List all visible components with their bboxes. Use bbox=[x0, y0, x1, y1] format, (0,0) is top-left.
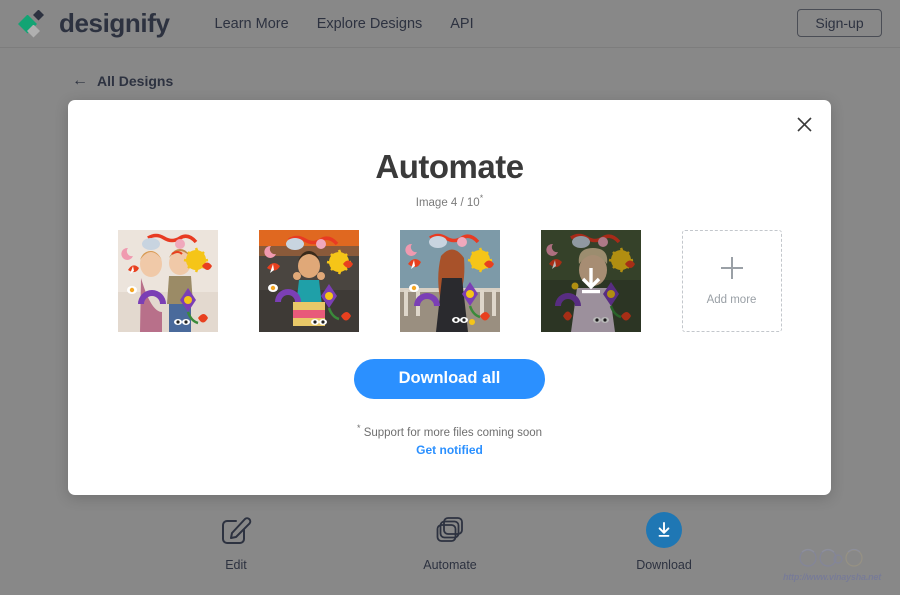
edit-pencil-icon bbox=[220, 512, 252, 548]
nav-link-learn-more[interactable]: Learn More bbox=[215, 16, 289, 32]
thumbnail-4[interactable] bbox=[540, 229, 641, 332]
modal-subtitle-text: Image 4 / 10 bbox=[415, 196, 480, 209]
footnote-text: Support for more files coming soon bbox=[363, 426, 543, 439]
bottom-toolbar: Edit Automate Download bbox=[0, 512, 900, 572]
thumbnail-row: Add more bbox=[68, 229, 831, 332]
footnote-marker: * bbox=[356, 422, 361, 433]
modal-subtitle: Image 4 / 10* bbox=[68, 193, 831, 209]
thumbnail-1[interactable] bbox=[117, 229, 218, 332]
sparkle-diamond-icon bbox=[18, 9, 52, 39]
modal-title: Automate bbox=[375, 148, 524, 185]
download-circle-icon bbox=[646, 512, 682, 548]
toolbar-item-edit[interactable]: Edit bbox=[188, 512, 284, 572]
layers-stack-icon bbox=[434, 512, 466, 548]
get-notified-link[interactable]: Get notified bbox=[68, 443, 831, 457]
automate-modal: Automate Image 4 / 10* Add more Download… bbox=[68, 100, 831, 495]
nav-link-explore-designs[interactable]: Explore Designs bbox=[317, 16, 423, 32]
watermark-text: http://www.vinaysha.net bbox=[782, 572, 882, 582]
add-more-tile[interactable]: Add more bbox=[681, 229, 782, 332]
arrow-left-icon: ← bbox=[72, 72, 88, 89]
toolbar-item-automate[interactable]: Automate bbox=[402, 512, 498, 572]
toolbar-item-download[interactable]: Download bbox=[616, 512, 712, 572]
watermark: http://www.vinaysha.net bbox=[772, 541, 892, 587]
plus-icon bbox=[720, 257, 743, 280]
download-all-button[interactable]: Download all bbox=[354, 358, 545, 399]
modal-subtitle-marker: * bbox=[479, 193, 484, 203]
add-more-label: Add more bbox=[706, 294, 757, 307]
nav-links: Learn More Explore Designs API bbox=[215, 16, 474, 32]
nav-link-api[interactable]: API bbox=[450, 16, 473, 32]
brand-logo[interactable]: designify bbox=[18, 8, 170, 39]
toolbar-label-automate: Automate bbox=[423, 558, 477, 572]
signup-button[interactable]: Sign-up bbox=[797, 9, 882, 37]
thumbnail-2[interactable] bbox=[258, 229, 359, 332]
toolbar-label-edit: Edit bbox=[225, 558, 247, 572]
brand-name: designify bbox=[59, 8, 170, 38]
back-to-all-designs-link[interactable]: ← All Designs bbox=[72, 72, 174, 90]
toolbar-label-download: Download bbox=[636, 558, 692, 572]
thumbnail-3[interactable] bbox=[399, 229, 500, 332]
back-link-label: All Designs bbox=[97, 73, 174, 89]
decorative-emblem-icon bbox=[799, 548, 863, 567]
download-arrow-icon[interactable] bbox=[540, 229, 641, 332]
close-icon[interactable] bbox=[791, 111, 817, 137]
footnote: * Support for more files coming soon bbox=[68, 423, 831, 439]
top-navigation-bar: designify Learn More Explore Designs API… bbox=[0, 0, 900, 48]
